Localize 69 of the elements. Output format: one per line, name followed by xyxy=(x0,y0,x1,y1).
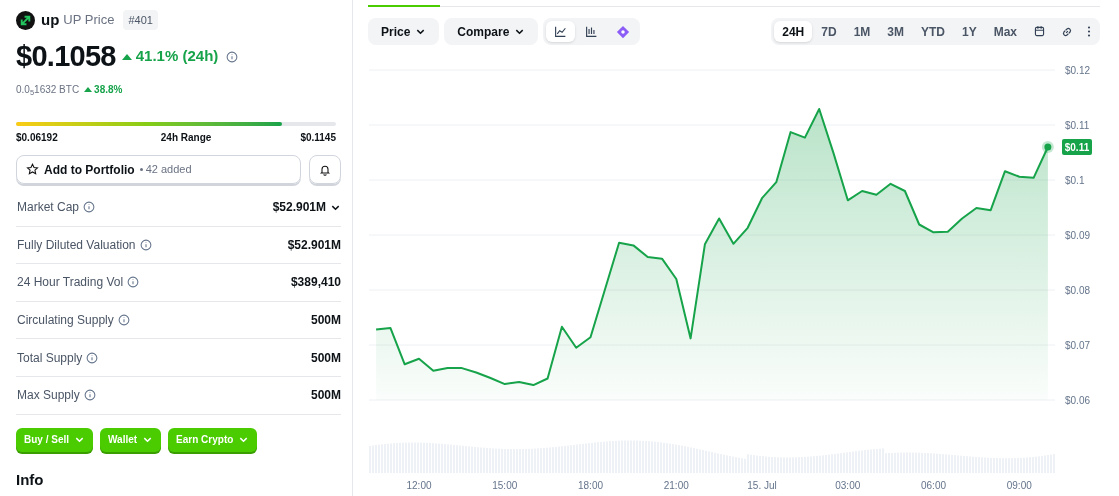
price-value: $0.1058 xyxy=(16,42,116,71)
stat-value: $389,410 xyxy=(290,274,341,292)
up-triangle-icon xyxy=(121,53,132,60)
x-axis-label: 09:00 xyxy=(1006,480,1032,491)
line-chart-icon xyxy=(554,25,568,38)
x-axis-label: 15. Jul xyxy=(747,480,777,491)
stat-value: $52.901M xyxy=(287,236,341,254)
end-point-marker xyxy=(1041,141,1054,153)
time-range-tab[interactable]: Max xyxy=(985,21,1025,42)
notification-button[interactable] xyxy=(309,155,341,184)
time-range-tab[interactable]: 7D xyxy=(813,21,845,42)
info-icon[interactable] xyxy=(127,276,140,289)
y-axis-label: $0.09 xyxy=(1065,230,1091,241)
time-range-tab[interactable]: 3M xyxy=(879,21,912,42)
y-axis-label: $0.11 xyxy=(1065,120,1090,131)
stat-label: 24 Hour Trading Vol xyxy=(17,274,124,292)
price-change: 41.1% (24h) xyxy=(135,46,219,67)
more-icon[interactable] xyxy=(1087,25,1091,38)
stat-value: 500M xyxy=(310,349,341,367)
diamond-icon xyxy=(615,24,630,39)
candlestick-icon xyxy=(585,25,599,38)
active-tab-indicator xyxy=(368,5,440,7)
info-icon[interactable] xyxy=(86,351,99,364)
range-label: 24h Range xyxy=(159,131,212,145)
y-axis-label: $0.12 xyxy=(1065,65,1091,76)
y-axis-label: $0.06 xyxy=(1065,395,1091,406)
x-axis-label: 06:00 xyxy=(921,480,947,491)
stat-label: Max Supply xyxy=(17,387,80,405)
add-to-portfolio-button[interactable]: Add to Portfolio 42 added xyxy=(16,155,302,184)
btc-price: 0.0$_{5}$1632 BTC xyxy=(16,83,80,97)
info-icon[interactable] xyxy=(139,238,152,251)
range-low: $0.06192 xyxy=(16,131,58,145)
stat-value: 500M xyxy=(310,387,341,405)
dropdown-button[interactable]: Price xyxy=(368,18,440,45)
price-badge: $0.11 xyxy=(1062,139,1092,155)
time-range-tab[interactable]: 1Y xyxy=(953,21,985,42)
time-range-tab[interactable]: 1M xyxy=(845,21,879,42)
x-axis-label: 03:00 xyxy=(835,480,861,491)
dropdown-button[interactable]: Compare xyxy=(444,18,539,45)
section-heading: Info xyxy=(16,469,45,490)
x-axis-label: 15:00 xyxy=(492,480,518,491)
stat-label: Fully Diluted Valuation xyxy=(17,236,136,254)
coin-name: UP Price xyxy=(63,11,115,30)
y-axis-label: $0.07 xyxy=(1065,340,1091,351)
info-icon[interactable] xyxy=(226,50,239,63)
info-icon[interactable] xyxy=(83,201,96,214)
coin-logo-icon xyxy=(16,10,35,30)
chart-type-button[interactable] xyxy=(546,21,576,42)
coin-symbol: up xyxy=(41,9,60,30)
x-axis-label: 21:00 xyxy=(663,480,689,491)
time-range-tab[interactable]: YTD xyxy=(912,21,953,42)
y-axis-label: $0.1 xyxy=(1065,175,1085,186)
stat-label: Market Cap xyxy=(17,199,80,217)
btc-change: 38.8% xyxy=(94,83,123,97)
stat-label: Circulating Supply xyxy=(17,312,114,330)
range-high: $0.1145 xyxy=(300,131,336,145)
stat-value: 500M xyxy=(310,312,341,330)
star-icon xyxy=(26,163,39,176)
x-axis-label: 12:00 xyxy=(406,480,432,491)
bell-icon xyxy=(319,163,332,176)
time-range-tab[interactable]: 24H xyxy=(774,21,813,42)
info-icon[interactable] xyxy=(83,389,96,402)
stat-value: $52.901M xyxy=(272,199,326,217)
info-icon[interactable] xyxy=(117,314,130,327)
y-axis-label: $0.08 xyxy=(1065,285,1091,296)
rank-badge: #401 xyxy=(123,9,158,31)
x-axis-label: 18:00 xyxy=(578,480,604,491)
up-triangle-icon xyxy=(84,87,93,92)
stat-label: Total Supply xyxy=(17,349,83,367)
